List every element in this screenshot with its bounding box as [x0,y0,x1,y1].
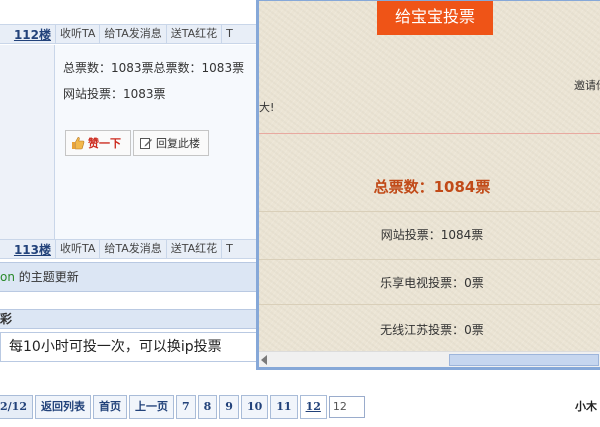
follow-ta-link[interactable]: 收听TA [56,25,101,43]
post-vote-line-2: 网站投票：1083票 [63,87,166,101]
site-votes: 网站投票：1084票 [380,228,484,242]
like-button-label: 赞一下 [88,137,121,150]
clipped-text: 大! [259,101,275,114]
first-page-button[interactable]: 首页 [92,395,127,419]
topic-update-bar: on 的主题更新 [0,262,258,292]
divider [259,304,600,305]
vote-for-baby-button[interactable]: 给宝宝投票 [377,1,493,35]
floor-number-link[interactable]: 113楼 [0,241,55,258]
quick-reply-input[interactable]: 每10小时可投一次，可以换ip投票 [0,332,258,362]
horizontal-scrollbar[interactable] [259,351,600,367]
vote-popup: 给宝宝投票 邀请你 大! 总票数：1084票 网站投票：1084票 乐享电视投票… [256,0,600,370]
page-link[interactable]: 9 [219,395,239,419]
follow-ta-link[interactable]: 收听TA [56,240,101,258]
reply-floor-label: 回复此楼 [156,137,200,150]
back-to-list-button[interactable]: 返回列表 [34,395,91,419]
invite-text: 邀请你 [574,79,600,92]
page-link[interactable]: 10 [240,395,269,419]
floor-actions: 收听TA 给TA发消息 送TA红花 T [55,240,237,258]
thumbs-up-icon [71,136,85,150]
prev-page-button[interactable]: 上一页 [128,395,174,419]
user-info-column [0,45,55,239]
message-ta-link[interactable]: 给TA发消息 [100,25,167,43]
scroll-left-icon[interactable] [261,355,267,365]
letv-votes: 乐享电视投票：0票 [380,276,484,290]
post-body: 总票数：1083票总票数：1083票 网站投票：1083票 赞一下 回复此楼 [55,45,258,239]
like-button[interactable]: 赞一下 [65,130,131,156]
send-flower-link[interactable]: 送TA红花 [167,25,223,43]
page-link[interactable]: 8 [197,395,218,419]
floor-bar-112: 112楼 收听TA 给TA发消息 送TA红花 T [0,24,258,44]
user-nick-link[interactable]: on [0,270,15,284]
scrollbar-thumb[interactable] [449,354,599,366]
pagination: 2/12 返回列表 首页 上一页 7 8 9 10 11 12 12 [0,395,365,419]
page-jump-input[interactable]: 12 [328,396,365,418]
edit-icon [139,136,153,150]
current-page-link[interactable]: 12 [299,395,327,419]
page-indicator: 2/12 [0,395,33,419]
divider [259,133,600,134]
more-action-link[interactable]: T [222,240,237,258]
send-flower-link[interactable]: 送TA红花 [167,240,223,258]
page-link[interactable]: 11 [270,395,298,419]
wuxi-votes: 无线江苏投票：0票 [380,323,484,337]
topic-update-text: 的主题更新 [14,270,79,284]
blank-strip [0,292,258,309]
more-action-link[interactable]: T [222,25,237,43]
floor-bar-113: 113楼 收听TA 给TA发消息 送TA红花 T [0,239,258,259]
author-tag: 小木 [575,400,597,413]
total-votes: 总票数：1084票 [373,178,491,196]
reply-floor-button[interactable]: 回复此楼 [133,130,209,156]
page-link[interactable]: 7 [175,395,196,419]
popup-content: 给宝宝投票 邀请你 大! 总票数：1084票 网站投票：1084票 乐享电视投票… [259,1,600,367]
section-title-bar: 彩 [0,309,258,329]
post-vote-line-1: 总票数：1083票总票数：1083票 [63,61,245,75]
section-title: 彩 [0,312,13,326]
divider [259,211,600,212]
floor-number-link[interactable]: 112楼 [0,26,55,43]
message-ta-link[interactable]: 给TA发消息 [100,240,167,258]
floor-actions: 收听TA 给TA发消息 送TA红花 T [55,25,237,43]
divider [259,259,600,260]
